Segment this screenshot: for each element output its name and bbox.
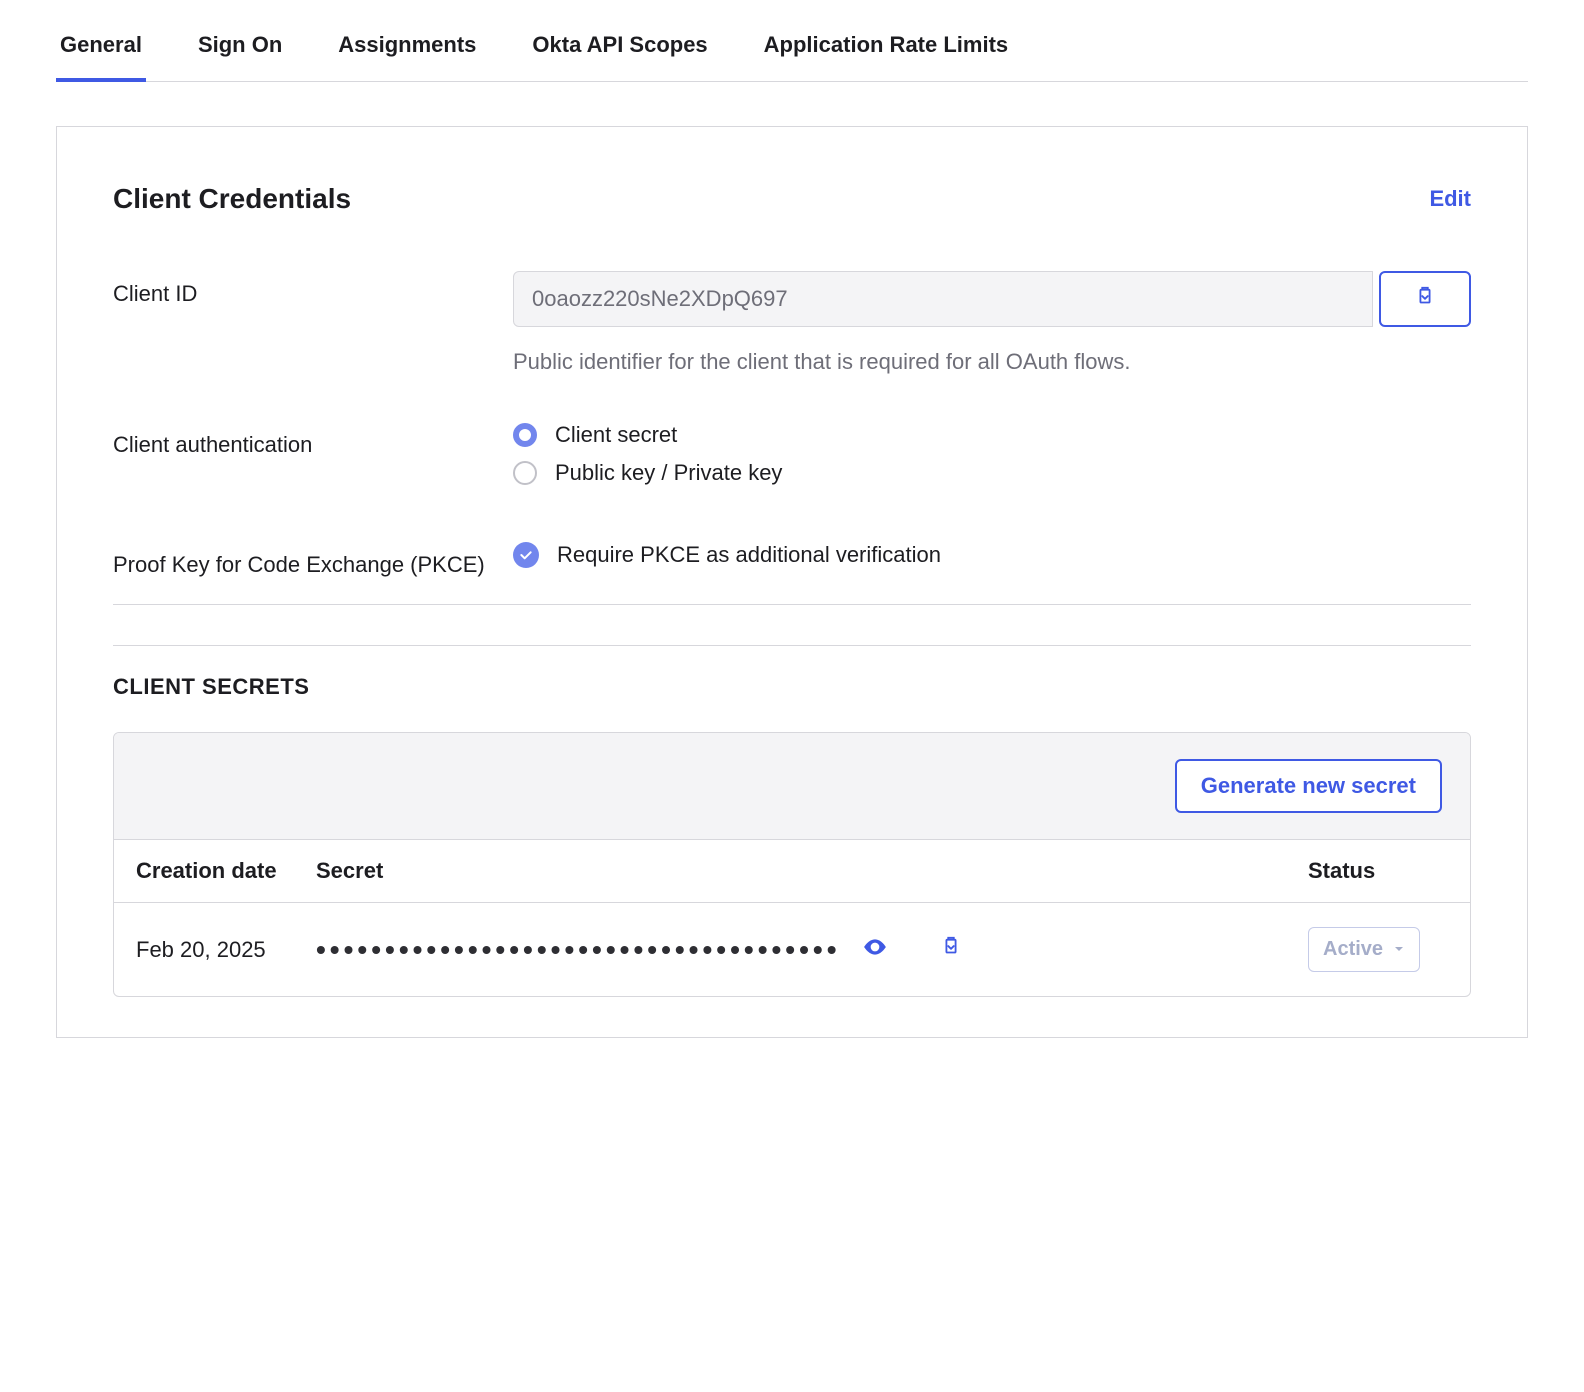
tab-general[interactable]: General	[56, 24, 146, 82]
auth-option-client-secret[interactable]: Client secret	[513, 422, 1471, 448]
col-header-secret: Secret	[316, 858, 1308, 884]
table-row: Feb 20, 2025 •••••••••••••••••••••••••••…	[114, 903, 1470, 996]
reveal-secret-button[interactable]	[861, 936, 889, 964]
auth-option-public-private-key[interactable]: Public key / Private key	[513, 460, 1471, 486]
clipboard-icon	[1414, 286, 1436, 313]
radio-unselected-icon	[513, 461, 537, 485]
tab-okta-api-scopes[interactable]: Okta API Scopes	[528, 24, 711, 82]
tab-assignments[interactable]: Assignments	[334, 24, 480, 82]
client-secrets-panel: Generate new secret Creation date Secret…	[113, 732, 1471, 997]
status-value: Active	[1323, 938, 1383, 961]
secrets-table-header: Creation date Secret Status	[114, 840, 1470, 903]
radio-selected-icon	[513, 423, 537, 447]
pkce-row: Proof Key for Code Exchange (PKCE) Requi…	[113, 542, 1471, 580]
tab-sign-on[interactable]: Sign On	[194, 24, 286, 82]
eye-icon	[862, 934, 888, 966]
tab-application-rate-limits[interactable]: Application Rate Limits	[760, 24, 1012, 82]
checkbox-checked-icon	[513, 542, 539, 568]
client-id-input[interactable]	[513, 271, 1373, 327]
generate-new-secret-button[interactable]: Generate new secret	[1175, 759, 1442, 813]
client-secrets-title: CLIENT SECRETS	[113, 674, 1471, 700]
copy-client-id-button[interactable]	[1379, 271, 1471, 327]
tabs-nav: General Sign On Assignments Okta API Sco…	[56, 0, 1528, 82]
col-header-creation-date: Creation date	[136, 858, 316, 884]
divider	[113, 645, 1471, 646]
client-auth-label: Client authentication	[113, 422, 513, 458]
card-title: Client Credentials	[113, 183, 351, 215]
pkce-checkbox[interactable]: Require PKCE as additional verification	[513, 542, 1471, 568]
secrets-toolbar: Generate new secret	[114, 733, 1470, 840]
client-auth-row: Client authentication Client secret Publ…	[113, 422, 1471, 498]
client-credentials-card: Client Credentials Edit Client ID	[56, 126, 1528, 1038]
secret-creation-date: Feb 20, 2025	[136, 937, 316, 963]
copy-secret-button[interactable]	[937, 936, 965, 964]
clipboard-icon	[940, 936, 962, 964]
auth-option-label: Client secret	[555, 422, 677, 448]
col-header-status: Status	[1308, 858, 1448, 884]
pkce-label: Proof Key for Code Exchange (PKCE)	[113, 542, 513, 578]
client-id-help: Public identifier for the client that is…	[513, 345, 1471, 378]
client-id-row: Client ID Public identifier	[113, 271, 1471, 378]
client-id-label: Client ID	[113, 271, 513, 307]
secret-status-select[interactable]: Active	[1308, 927, 1420, 972]
secret-masked-value: ••••••••••••••••••••••••••••••••••••••	[316, 934, 841, 966]
caret-down-icon	[1393, 938, 1405, 961]
edit-button[interactable]: Edit	[1429, 186, 1471, 212]
auth-option-label: Public key / Private key	[555, 460, 782, 486]
pkce-checkbox-label: Require PKCE as additional verification	[557, 542, 941, 568]
divider	[113, 604, 1471, 605]
